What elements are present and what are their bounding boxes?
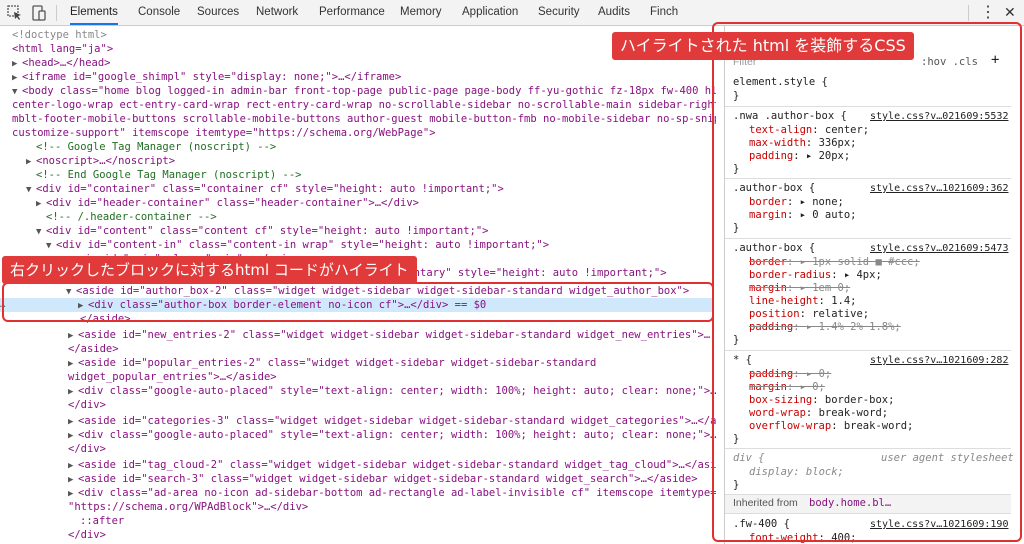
dom-comment[interactable]: <!-- Google Tag Manager (noscript) -->: [36, 140, 276, 154]
dom-line[interactable]: widget_popular_entries">…</aside>: [68, 370, 277, 384]
collapse-triangle-icon[interactable]: ▼: [36, 225, 46, 239]
dom-line[interactable]: </div>: [68, 528, 106, 542]
dom-line[interactable]: center-logo-wrap ect-entry-card-wrap rec…: [12, 98, 716, 112]
dom-line-text: <div id="header-container" class="header…: [46, 197, 419, 209]
dom-line[interactable]: ▶ <div class="google-auto-placed" style="…: [68, 384, 716, 398]
dom-line[interactable]: customize-support" itemscope itemtype="h…: [12, 126, 436, 140]
dom-line-text: <body class="home blog logged-in admin-b…: [22, 85, 716, 97]
dom-line-text: <aside id="search-3" class="widget widge…: [78, 473, 698, 485]
dom-line-text: <div class="ad-area no-icon ad-sidebar-b…: [78, 487, 716, 499]
highlight-annotation-box: [2, 282, 714, 322]
tab-console[interactable]: Console: [138, 0, 180, 25]
expand-triangle-icon[interactable]: ▶: [68, 459, 78, 473]
toolbar-separator: [56, 5, 57, 21]
dom-line[interactable]: </div>: [68, 398, 106, 412]
dom-line-text: <aside id="tag_cloud-2" class="widget wi…: [78, 459, 716, 471]
dom-line[interactable]: "https://schema.org/WPAdBlock">…</div>: [68, 500, 308, 514]
dom-line[interactable]: mblt-footer-mobile-buttons scrollable-mo…: [12, 112, 716, 126]
expand-triangle-icon[interactable]: ▶: [26, 155, 36, 169]
dom-line[interactable]: ▶ <aside id="categories-3" class="widget …: [68, 414, 716, 428]
dom-line[interactable]: ▶ <div class="ad-area no-icon ad-sidebar-…: [68, 486, 716, 500]
dom-line-text: <noscript>…</noscript>: [36, 155, 176, 167]
expand-triangle-icon[interactable]: ▶: [68, 473, 78, 487]
dom-line-text: <aside id="new_entries-2" class="widget …: [78, 329, 711, 341]
expand-triangle-icon[interactable]: ▶: [12, 57, 22, 71]
dom-line[interactable]: ▶ <aside id="tag_cloud-2" class="widget w…: [68, 458, 716, 472]
expand-triangle-icon[interactable]: ▶: [36, 197, 46, 211]
dom-line-text: <aside id="categories-3" class="widget w…: [78, 415, 716, 427]
tab-performance[interactable]: Performance: [319, 0, 385, 25]
dom-line-text: <aside id="popular_entries-2" class="wid…: [78, 357, 597, 369]
dom-line[interactable]: <html lang="ja">: [12, 42, 113, 56]
dom-line[interactable]: ▶ <aside id="new_entries-2" class="widget…: [68, 328, 710, 342]
dom-line-text: <div class="google-auto-placed" style="t…: [78, 385, 716, 397]
dom-comment[interactable]: <!-- End Google Tag Manager (noscript) -…: [36, 168, 302, 182]
dom-line[interactable]: ▶ <aside id="popular_entries-2" class="wi…: [68, 356, 596, 370]
tab-elements[interactable]: Elements: [70, 0, 118, 25]
tab-security[interactable]: Security: [538, 0, 580, 25]
dom-line-text: <div class="google-auto-placed" style="t…: [78, 429, 716, 441]
expand-triangle-icon[interactable]: ▶: [68, 385, 78, 399]
dom-line[interactable]: ▶ <aside id="search-3" class="widget widg…: [68, 472, 698, 486]
dom-line[interactable]: ▼ <div id="content" class="content cf" st…: [36, 224, 489, 238]
dom-pseudo[interactable]: ::after: [80, 514, 124, 528]
dom-line-text: <div id="content" class="content cf" sty…: [46, 225, 489, 237]
dom-line[interactable]: <!doctype html>: [12, 28, 107, 42]
collapse-triangle-icon[interactable]: ▼: [26, 183, 36, 197]
tab-audits[interactable]: Audits: [598, 0, 630, 25]
expand-triangle-icon[interactable]: ▶: [68, 415, 78, 429]
dom-line[interactable]: ▶ <div class="google-auto-placed" style="…: [68, 428, 716, 442]
dom-line[interactable]: ▶ <div id="header-container" class="heade…: [36, 196, 419, 210]
expand-triangle-icon[interactable]: ▶: [68, 357, 78, 371]
css-annotation-box: [712, 22, 1022, 542]
annotation-label-styles: ハイライトされた html を装飾するCSS: [612, 32, 914, 60]
annotation-label-elements: 右クリックしたブロックに対するhtml コードがハイライト: [2, 256, 417, 284]
dom-line[interactable]: </aside>: [68, 342, 119, 356]
tab-network[interactable]: Network: [256, 0, 298, 25]
dom-line-text: <div id="content-in" class="content-in w…: [56, 239, 550, 251]
toolbar-separator: [968, 5, 969, 21]
expand-triangle-icon[interactable]: ▶: [68, 487, 78, 501]
dom-line[interactable]: ▼ <div id="container" class="container cf…: [26, 182, 504, 196]
dom-line[interactable]: ▶ <iframe id="google_shimpl" style="displ…: [12, 70, 401, 84]
tab-memory[interactable]: Memory: [400, 0, 442, 25]
expand-triangle-icon[interactable]: ▶: [68, 429, 78, 443]
tab-sources[interactable]: Sources: [197, 0, 239, 25]
dom-line-text: <iframe id="google_shimpl" style="displa…: [22, 71, 402, 83]
dom-line[interactable]: </div>: [68, 442, 106, 456]
dom-line[interactable]: ▼ <body class="home blog logged-in admin-…: [12, 84, 716, 98]
inspect-element-icon[interactable]: [6, 4, 24, 22]
device-toolbar-icon[interactable]: [30, 4, 48, 22]
tab-finch[interactable]: Finch: [650, 0, 678, 25]
collapse-triangle-icon[interactable]: ▼: [12, 85, 22, 99]
dom-line[interactable]: ▶ <head>…</head>: [12, 56, 111, 70]
dom-line[interactable]: ▶ <noscript>…</noscript>: [26, 154, 175, 168]
expand-triangle-icon[interactable]: ▶: [68, 329, 78, 343]
dom-line[interactable]: ▼ <div id="content-in" class="content-in …: [46, 238, 549, 252]
dom-line-text: <head>…</head>: [22, 57, 111, 69]
expand-triangle-icon[interactable]: ▶: [12, 71, 22, 85]
collapse-triangle-icon[interactable]: ▼: [46, 239, 56, 253]
dom-comment[interactable]: <!-- /.header-container -->: [46, 210, 217, 224]
tab-application[interactable]: Application: [462, 0, 518, 25]
dom-line-text: <div id="container" class="container cf"…: [36, 183, 504, 195]
